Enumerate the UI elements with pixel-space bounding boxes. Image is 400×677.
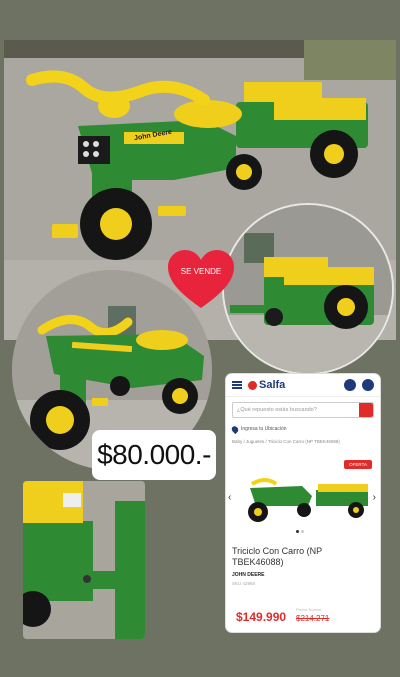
se-vende-heart: SE VENDE [168,250,234,310]
product-title: Triciclo Con Carro (NP TBEK46088) [232,546,323,567]
trailer-illustration [224,205,392,373]
salfa-logo-icon [248,380,257,390]
hitch-closeup-photo [23,481,145,639]
product-image [248,478,368,522]
heart-label: SE VENDE [180,267,222,276]
hitch-closeup-illustration [23,481,145,639]
location-label: Ingresa tu Ubicación [241,426,287,432]
header-icons [344,379,374,391]
trailer-photo [222,203,394,375]
heart-icon [168,250,234,308]
search-placeholder: ¿Qué repuesto estás buscando? [237,407,317,413]
product-sku: SKU 42968 [232,581,256,586]
carousel-dot[interactable] [296,530,299,533]
salfa-logo[interactable]: Salfa [248,379,285,391]
salfa-product-screenshot: Salfa ¿Qué repuesto estás buscando? Ingr… [226,374,380,632]
carousel-dot[interactable] [301,530,304,533]
search-button[interactable] [359,403,373,417]
location-pin-icon [230,424,240,434]
cart-icon[interactable] [344,379,356,391]
product-price: $149.990 [236,610,287,624]
carousel-prev-icon[interactable]: ‹ [228,492,231,503]
salfa-header: Salfa [226,374,380,397]
search-input[interactable]: ¿Qué repuesto estás buscando? [232,402,374,418]
product-old-price: $214.271 [296,614,330,623]
location-bar[interactable]: Ingresa tu Ubicación [230,423,374,435]
carousel-next-icon[interactable]: › [373,492,376,503]
menu-icon[interactable] [232,381,242,389]
breadcrumb[interactable]: Baby / Juguetes / Triciclo Con Carro (NP… [232,439,374,444]
salfa-logo-text: Salfa [259,379,286,391]
price-tag: $80.000.- [92,430,216,480]
carousel-dots [296,530,304,533]
product-brand[interactable]: JOHN DEERE [232,572,265,578]
user-icon[interactable] [362,379,374,391]
old-price-label: Precio Normal [296,607,322,612]
